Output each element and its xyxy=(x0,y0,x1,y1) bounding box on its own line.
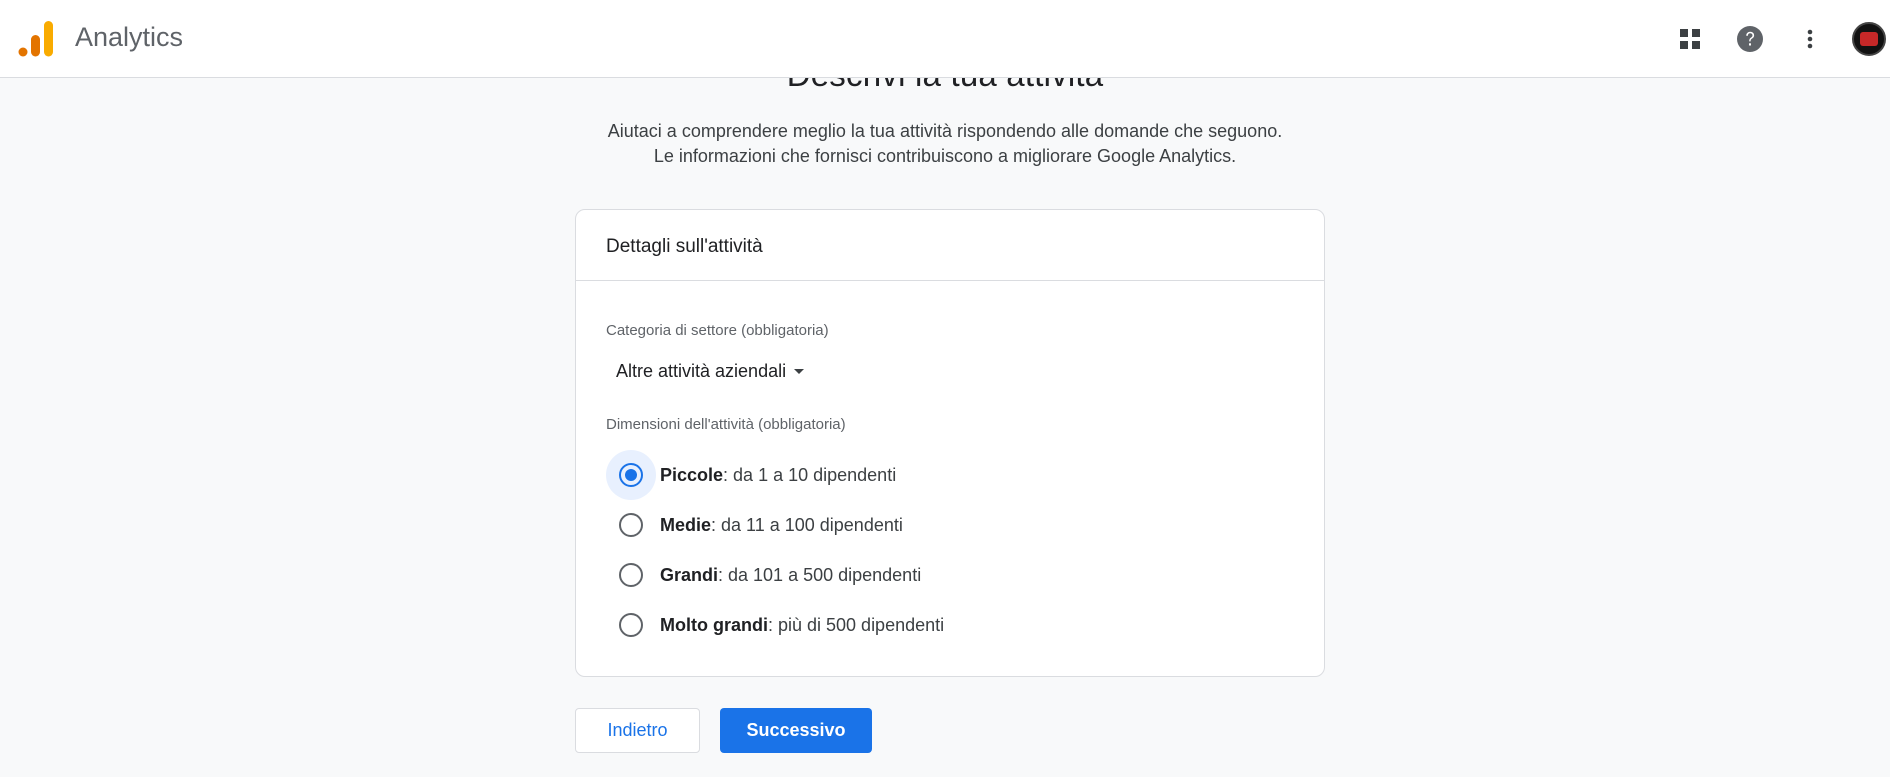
size-option-very-large[interactable]: Molto grandi: più di 500 dipendenti xyxy=(606,600,944,650)
avatar-image xyxy=(1860,32,1878,46)
size-option-name: Molto grandi xyxy=(660,614,768,635)
size-option-name: Grandi xyxy=(660,564,719,585)
industry-category-value: Altre attività aziendali xyxy=(616,360,787,381)
size-option-detail: : più di 500 dipendenti xyxy=(767,614,945,635)
business-details-card: Dettagli sull'attività Categoria di sett… xyxy=(575,209,1325,677)
business-size-label: Dimensioni dell'attività (obbligatoria) xyxy=(606,416,846,433)
size-option-label: Piccole: da 1 a 10 dipendenti xyxy=(660,465,896,486)
industry-category-dropdown[interactable]: Altre attività aziendali xyxy=(616,357,805,385)
radio-button[interactable] xyxy=(606,450,656,500)
more-vert-icon[interactable] xyxy=(1790,19,1830,59)
analytics-logo-icon xyxy=(18,21,53,57)
app-name: Analytics xyxy=(75,22,184,52)
size-option-label: Molto grandi: più di 500 dipendenti xyxy=(660,615,944,636)
apps-grid-icon[interactable] xyxy=(1670,19,1710,59)
size-option-medium[interactable]: Medie: da 11 a 100 dipendenti xyxy=(606,500,903,550)
radio-checked-icon xyxy=(619,463,643,487)
subtitle-line-1: Aiutaci a comprendere meglio la tua atti… xyxy=(607,121,1283,141)
radio-button[interactable] xyxy=(606,550,656,600)
size-option-label: Grandi: da 101 a 500 dipendenti xyxy=(660,565,921,586)
page-subtitle: Aiutaci a comprendere meglio la tua atti… xyxy=(0,119,1890,169)
size-option-name: Medie xyxy=(660,514,712,535)
radio-button[interactable] xyxy=(606,500,656,550)
industry-category-label: Categoria di settore (obbligatoria) xyxy=(606,322,829,339)
card-title: Dettagli sull'attività xyxy=(576,210,1324,281)
size-option-detail: : da 11 a 100 dipendenti xyxy=(711,514,903,535)
next-button[interactable]: Successivo xyxy=(720,708,872,753)
size-option-detail: : da 1 a 10 dipendenti xyxy=(723,464,897,485)
radio-button[interactable] xyxy=(606,600,656,650)
size-option-name: Piccole xyxy=(660,464,724,485)
dropdown-arrow-icon xyxy=(794,368,805,374)
account-avatar[interactable] xyxy=(1852,22,1886,56)
size-option-large[interactable]: Grandi: da 101 a 500 dipendenti xyxy=(606,550,921,600)
size-option-detail: : da 101 a 500 dipendenti xyxy=(718,564,922,585)
main-content: Descrivi la tua attività Aiutaci a compr… xyxy=(0,0,1890,777)
top-app-bar: Analytics xyxy=(0,0,1890,78)
subtitle-line-2: Le informazioni che fornisci contribuisc… xyxy=(653,146,1237,166)
help-icon[interactable] xyxy=(1730,19,1770,59)
size-option-small[interactable]: Piccole: da 1 a 10 dipendenti xyxy=(606,450,896,500)
radio-unchecked-icon xyxy=(619,613,643,637)
radio-unchecked-icon xyxy=(619,563,643,587)
back-button[interactable]: Indietro xyxy=(575,708,700,753)
size-option-label: Medie: da 11 a 100 dipendenti xyxy=(660,515,903,536)
radio-unchecked-icon xyxy=(619,513,643,537)
